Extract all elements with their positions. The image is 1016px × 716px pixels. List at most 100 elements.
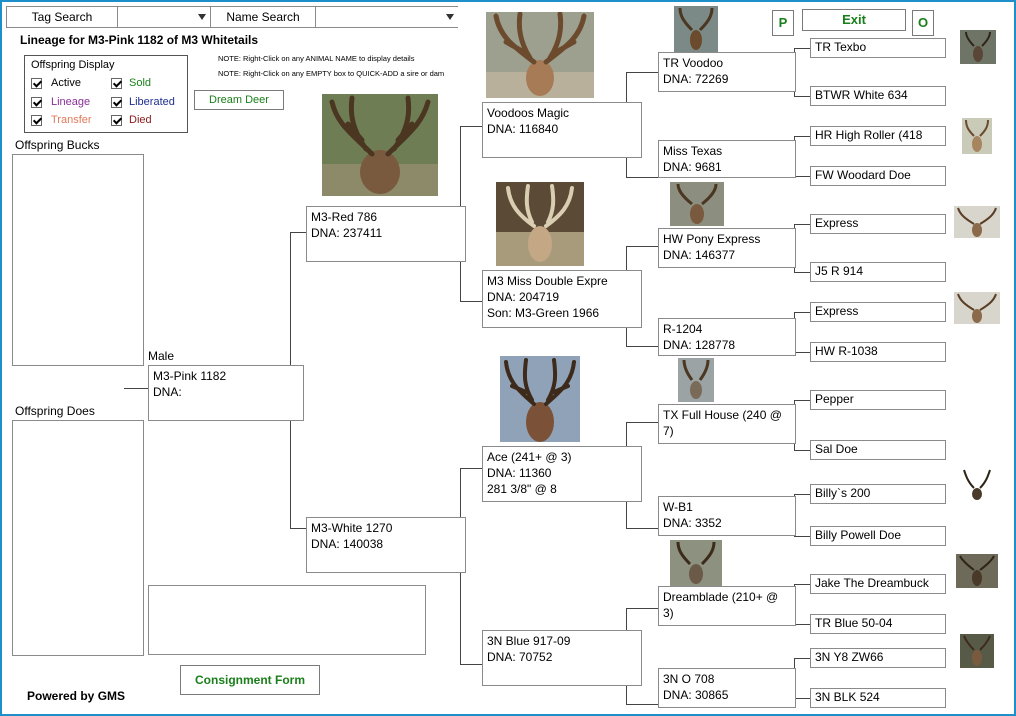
deer-photo-sire[interactable] (322, 94, 438, 196)
pedigree-ddd[interactable]: 3N O 708 DNA: 30865 (658, 668, 796, 708)
g4-name[interactable]: Billy Powell Doe (815, 528, 901, 542)
deer-photo-sss[interactable] (674, 6, 718, 52)
deer-photo-g4-13[interactable] (956, 554, 998, 588)
name-search-dropdown[interactable] (315, 7, 458, 27)
o-button[interactable]: O (912, 10, 934, 36)
lineage-window: Tag Search Name Search P Exit O Lineage … (0, 0, 1016, 716)
pedigree-subject[interactable]: M3-Pink 1182 DNA: (148, 365, 304, 421)
dream-deer-button[interactable]: Dream Deer (194, 90, 284, 110)
pedigree-g4-7[interactable]: Express (810, 302, 946, 322)
pedigree-sire[interactable]: M3-Red 786 DNA: 237411 (306, 206, 466, 262)
g4-name[interactable]: J5 R 914 (815, 264, 863, 278)
g4-name[interactable]: TR Blue 50-04 (815, 616, 892, 630)
g4-name[interactable]: Express (815, 216, 858, 230)
checkbox-sold[interactable] (111, 78, 122, 89)
pedigree-g4-16[interactable]: 3N BLK 524 (810, 688, 946, 708)
pedigree-dsd[interactable]: W-B1 DNA: 3352 (658, 496, 796, 536)
chevron-down-icon[interactable] (198, 14, 206, 20)
pedigree-sdd[interactable]: R-1204 DNA: 128778 (658, 318, 796, 356)
dds-name[interactable]: Dreamblade (210+ @ (663, 589, 791, 605)
checkbox-active[interactable] (31, 78, 42, 89)
deer-photo-g4-7[interactable] (954, 292, 1000, 324)
pedigree-g4-4[interactable]: FW Woodard Doe (810, 166, 946, 186)
name-search-combo[interactable]: Name Search (210, 6, 458, 28)
deer-photo-dss[interactable] (678, 358, 714, 402)
pedigree-sire-sire[interactable]: Voodoos Magic DNA: 116840 (482, 102, 642, 158)
p-button[interactable]: P (772, 10, 794, 36)
g4-name[interactable]: Pepper (815, 392, 854, 406)
label-active: Active (51, 77, 81, 89)
dss-name[interactable]: TX Full House (240 @ (663, 407, 791, 423)
deer-photo-sd[interactable] (496, 182, 584, 266)
pedigree-g4-2[interactable]: BTWR White 634 (810, 86, 946, 106)
pedigree-g4-5[interactable]: Express (810, 214, 946, 234)
g4-name[interactable]: Sal Doe (815, 442, 858, 456)
chevron-down-icon[interactable] (446, 14, 454, 20)
ssd-name[interactable]: Miss Texas (663, 143, 791, 159)
pedigree-dam[interactable]: M3-White 1270 DNA: 140038 (306, 517, 466, 573)
pedigree-g4-6[interactable]: J5 R 914 (810, 262, 946, 282)
deer-photo-g4-11[interactable] (960, 468, 994, 502)
g4-name[interactable]: Billy`s 200 (815, 486, 870, 500)
checkbox-liberated[interactable] (111, 97, 122, 108)
checkbox-transfer[interactable] (31, 115, 42, 126)
ss-name[interactable]: Voodoos Magic (487, 105, 637, 121)
tag-search-combo[interactable]: Tag Search (6, 6, 210, 28)
pedigree-g4-8[interactable]: HW R-1038 (810, 342, 946, 362)
subject-name[interactable]: M3-Pink 1182 (153, 368, 299, 384)
offspring-does-list[interactable] (12, 420, 144, 656)
g4-name[interactable]: HR High Roller (418 (815, 128, 922, 142)
deer-photo-sds[interactable] (670, 182, 724, 226)
pedigree-sss[interactable]: TR Voodoo DNA: 72269 (658, 52, 796, 92)
pedigree-dss[interactable]: TX Full House (240 @ 7) (658, 404, 796, 444)
pedigree-ssd[interactable]: Miss Texas DNA: 9681 (658, 140, 796, 178)
pedigree-sds[interactable]: HW Pony Express DNA: 146377 (658, 228, 796, 268)
pedigree-sire-dam[interactable]: M3 Miss Double Expre DNA: 204719 Son: M3… (482, 270, 642, 328)
sd-name[interactable]: M3 Miss Double Expre (487, 273, 637, 289)
sdd-name[interactable]: R-1204 (663, 321, 791, 337)
exit-button[interactable]: Exit (802, 9, 906, 31)
offspring-display-title: Offspring Display (31, 59, 115, 71)
ddd-name[interactable]: 3N O 708 (663, 671, 791, 687)
g4-name[interactable]: Express (815, 304, 858, 318)
offspring-bucks-list[interactable] (12, 154, 144, 366)
g4-name[interactable]: HW R-1038 (815, 344, 878, 358)
g4-name[interactable]: Jake The Dreambuck (815, 576, 929, 590)
checkbox-died[interactable] (111, 115, 122, 126)
sire-name[interactable]: M3-Red 786 (311, 209, 461, 225)
pedigree-g4-14[interactable]: TR Blue 50-04 (810, 614, 946, 634)
dd-name[interactable]: 3N Blue 917-09 (487, 633, 637, 649)
pedigree-g4-12[interactable]: Billy Powell Doe (810, 526, 946, 546)
pedigree-g4-1[interactable]: TR Texbo (810, 38, 946, 58)
notes-box[interactable] (148, 585, 426, 655)
pedigree-g4-3[interactable]: HR High Roller (418 (810, 126, 946, 146)
pedigree-dam-dam[interactable]: 3N Blue 917-09 DNA: 70752 (482, 630, 642, 686)
g4-name[interactable]: BTWR White 634 (815, 88, 908, 102)
consignment-form-button[interactable]: Consignment Form (180, 665, 320, 695)
deer-photo-g4-3[interactable] (962, 118, 992, 154)
deer-photo-g4-5[interactable] (954, 206, 1000, 238)
checkbox-lineage[interactable] (31, 97, 42, 108)
deer-photo-g4-15[interactable] (960, 634, 994, 668)
sds-name[interactable]: HW Pony Express (663, 231, 791, 247)
g4-name[interactable]: 3N Y8 ZW66 (815, 650, 883, 664)
deer-photo-dds[interactable] (670, 540, 722, 586)
pedigree-g4-10[interactable]: Sal Doe (810, 440, 946, 460)
ds-name[interactable]: Ace (241+ @ 3) (487, 449, 637, 465)
dam-name[interactable]: M3-White 1270 (311, 520, 461, 536)
dsd-name[interactable]: W-B1 (663, 499, 791, 515)
pedigree-g4-13[interactable]: Jake The Dreambuck (810, 574, 946, 594)
deer-photo-g4-1[interactable] (960, 30, 996, 64)
deer-photo-ds[interactable] (500, 356, 580, 442)
g4-name[interactable]: FW Woodard Doe (815, 168, 911, 182)
pedigree-g4-15[interactable]: 3N Y8 ZW66 (810, 648, 946, 668)
tag-search-dropdown[interactable] (117, 7, 210, 27)
g4-name[interactable]: TR Texbo (815, 40, 866, 54)
pedigree-g4-9[interactable]: Pepper (810, 390, 946, 410)
pedigree-dds[interactable]: Dreamblade (210+ @ 3) (658, 586, 796, 626)
pedigree-dam-sire[interactable]: Ace (241+ @ 3) DNA: 11360 281 3/8" @ 8 (482, 446, 642, 502)
sss-name[interactable]: TR Voodoo (663, 55, 791, 71)
g4-name[interactable]: 3N BLK 524 (815, 690, 880, 704)
deer-photo-ss[interactable] (486, 12, 594, 98)
pedigree-g4-11[interactable]: Billy`s 200 (810, 484, 946, 504)
